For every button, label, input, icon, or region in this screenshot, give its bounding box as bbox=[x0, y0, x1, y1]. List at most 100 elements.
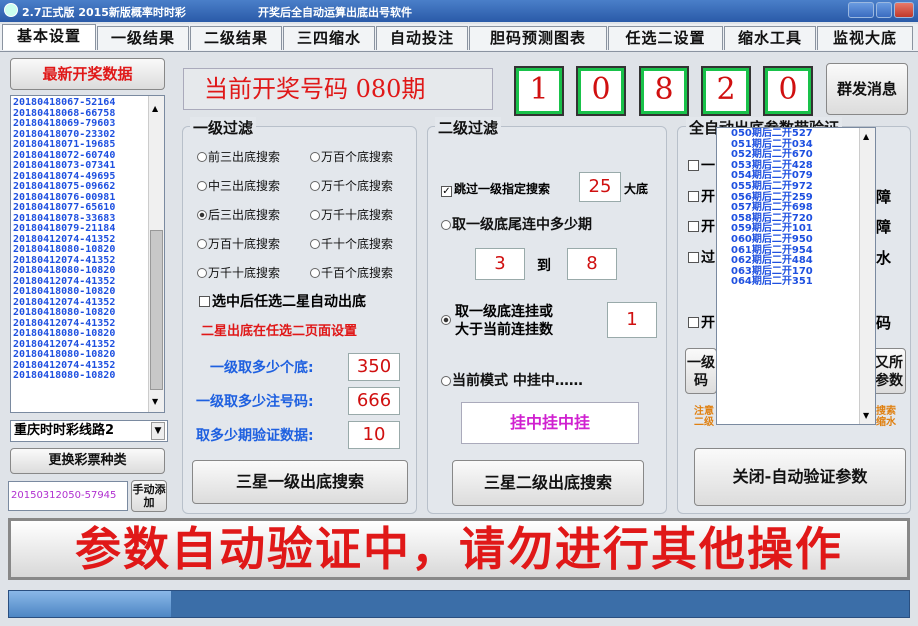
skip-count-input[interactable]: 25 bbox=[579, 172, 621, 202]
checkbox-icon bbox=[688, 221, 699, 232]
range-to-input[interactable]: 8 bbox=[567, 248, 617, 280]
hang-count-input[interactable]: 1 bbox=[607, 302, 657, 338]
verify-periods-input[interactable]: 10 bbox=[348, 421, 400, 449]
draw-list-item[interactable]: 20180418080-10820 bbox=[13, 370, 115, 382]
radio-tail-streak[interactable]: 取一级底尾连中多少期 bbox=[441, 214, 592, 234]
verify-right-text-1: 障 bbox=[876, 188, 892, 206]
tab-level2-results[interactable]: 二级结果 bbox=[190, 26, 282, 50]
draw-list-item[interactable]: 20180418080-10820 bbox=[13, 349, 115, 361]
current-draw-label: 当前开奖号码 080期 bbox=[183, 68, 493, 110]
radio-icon bbox=[310, 239, 320, 249]
mode-pattern-display[interactable]: 挂中挂中挂 bbox=[461, 402, 639, 444]
draw-list-item[interactable]: 20180418071-19685 bbox=[13, 139, 115, 151]
radio-current-mode[interactable]: 当前模式 中挂中…… bbox=[441, 370, 583, 390]
close-window-button[interactable] bbox=[894, 2, 914, 18]
chevron-down-icon[interactable]: ▼ bbox=[151, 422, 165, 440]
manual-add-button[interactable]: 手动添加 bbox=[131, 480, 167, 512]
level2-title: 二级过滤 bbox=[435, 117, 502, 138]
draw-list-item[interactable]: 20180418075-09662 bbox=[13, 181, 115, 193]
radio-wqg[interactable]: 万千个底搜索 bbox=[310, 177, 393, 194]
tab-monitor[interactable]: 监视大底 bbox=[817, 26, 913, 50]
verify-periods-label: 取多少期验证数据: bbox=[196, 428, 314, 444]
verify-period-list[interactable]: 050期后二开527 051期后二开034 052期后二开670 053期后二开428… bbox=[716, 127, 876, 425]
radio-icon bbox=[197, 239, 207, 249]
base-count-input[interactable]: 350 bbox=[348, 353, 400, 381]
draw-list-item[interactable]: 20180418080-10820 bbox=[13, 286, 115, 298]
period-list-scrollbar[interactable]: ▲ ▼ bbox=[859, 128, 875, 424]
radio-wbg[interactable]: 万百个底搜索 bbox=[310, 148, 393, 165]
maximize-button[interactable] bbox=[876, 2, 892, 18]
draw-list-item[interactable]: 20180418080-10820 bbox=[13, 265, 115, 277]
scroll-down-icon[interactable]: ▼ bbox=[152, 397, 158, 406]
range-to-label: 到 bbox=[537, 258, 551, 274]
bet-count-input[interactable]: 666 bbox=[348, 387, 400, 415]
tab-shrink-34[interactable]: 三四缩水 bbox=[283, 26, 375, 50]
line-select-value: 重庆时时彩线路2 bbox=[14, 423, 115, 438]
tab-shrink-tools[interactable]: 缩水工具 bbox=[724, 26, 816, 50]
radio-qbg[interactable]: 千百个底搜索 bbox=[310, 264, 393, 281]
draw-list-item[interactable]: 20180418077-65610 bbox=[13, 202, 115, 214]
verify-option-2[interactable]: 开 bbox=[688, 186, 715, 206]
scroll-up-icon[interactable]: ▲ bbox=[152, 104, 158, 113]
verify-option-4[interactable]: 过 bbox=[688, 247, 715, 267]
radio-selected-icon bbox=[197, 210, 207, 220]
radio-wbs[interactable]: 万百十底搜索 bbox=[197, 235, 280, 252]
auto-pick2-checkbox[interactable]: 选中后任选二星自动出底 bbox=[199, 291, 366, 311]
draw-list-item[interactable]: 20180418067-52164 bbox=[13, 97, 115, 109]
verify-right-button[interactable]: 又所参数 bbox=[872, 348, 906, 394]
tab-basic-settings[interactable]: 基本设置 bbox=[2, 24, 96, 50]
latest-draws-header[interactable]: 最新开奖数据 bbox=[10, 58, 165, 90]
verify-left-button[interactable]: 一级码 bbox=[685, 348, 717, 394]
draw-history-list[interactable]: 20180418067-52164 20180418068-66758 201804… bbox=[10, 95, 165, 413]
close-auto-verify-button[interactable]: 关闭-自动验证参数 bbox=[694, 448, 906, 506]
verify-right-text-2: 障 bbox=[876, 218, 892, 236]
level1-search-button[interactable]: 三星一级出底搜索 bbox=[192, 460, 408, 504]
group-message-button[interactable]: 群发消息 bbox=[826, 63, 908, 115]
tab-bar: 基本设置 一级结果 二级结果 三四缩水 自动投注 胆码预测图表 任选二设置 缩水… bbox=[0, 24, 918, 52]
period-list-item[interactable]: 064期后二开351 bbox=[731, 277, 813, 288]
period-list-item[interactable]: 055期后二开972 bbox=[731, 181, 813, 193]
scroll-thumb[interactable] bbox=[150, 230, 163, 390]
scroll-down-icon[interactable]: ▼ bbox=[863, 411, 869, 420]
period-list-item[interactable]: 050期后二开527 bbox=[731, 128, 813, 140]
period-list-item[interactable]: 060期后二开950 bbox=[731, 234, 813, 246]
tab-level1-results[interactable]: 一级结果 bbox=[97, 26, 189, 50]
scroll-up-icon[interactable]: ▲ bbox=[863, 132, 869, 141]
level2-search-button[interactable]: 三星二级出底搜索 bbox=[452, 460, 644, 506]
verify-option-3[interactable]: 开 bbox=[688, 216, 715, 236]
title-bar: 2.7正式版 2015新版概率时时彩 开奖后全自动运算出底出号软件 bbox=[0, 0, 918, 22]
checkbox-icon bbox=[199, 296, 210, 307]
radio-icon bbox=[310, 268, 320, 278]
draw-list-item[interactable]: 20180418080-10820 bbox=[13, 328, 115, 340]
minimize-button[interactable] bbox=[848, 2, 874, 18]
bet-count-label: 一级取多少注号码: bbox=[196, 394, 314, 410]
tab-auto-bet[interactable]: 自动投注 bbox=[376, 26, 468, 50]
draw-list-item[interactable]: 20180418073-07341 bbox=[13, 160, 115, 172]
draw-list-scrollbar[interactable]: ▲ ▼ bbox=[148, 96, 164, 412]
radio-icon bbox=[310, 181, 320, 191]
radio-mid3[interactable]: 中三出底搜索 bbox=[197, 177, 280, 194]
skip-level1-checkbox[interactable]: ✓ 跳过一级指定搜索 bbox=[441, 180, 550, 197]
range-from-input[interactable]: 3 bbox=[475, 248, 525, 280]
line-select[interactable]: 重庆时时彩线路2 ▼ bbox=[10, 420, 168, 442]
radio-icon bbox=[441, 376, 451, 386]
progress-fill bbox=[9, 591, 171, 617]
tab-pick2-settings[interactable]: 任选二设置 bbox=[608, 26, 723, 50]
radio-back3[interactable]: 后三出底搜索 bbox=[197, 206, 280, 223]
change-lottery-type-button[interactable]: 更换彩票种类 bbox=[10, 448, 165, 474]
draw-list-item[interactable]: 20180418069-79603 bbox=[13, 118, 115, 130]
manual-draw-input[interactable]: 20150312050-57945 bbox=[8, 481, 128, 511]
radio-front3[interactable]: 前三出底搜索 bbox=[197, 148, 280, 165]
verify-option-1[interactable]: 一 bbox=[688, 155, 715, 175]
radio-hang-streak[interactable]: 取一级底连挂或 大于当前连挂数 bbox=[441, 303, 553, 339]
radio-wqs[interactable]: 万千十底搜索 bbox=[310, 206, 393, 223]
draw-list-item[interactable]: 20180418080-10820 bbox=[13, 244, 115, 256]
radio-wqs-2[interactable]: 万千十底搜索 bbox=[197, 264, 280, 281]
radio-qsg[interactable]: 千十个底搜索 bbox=[310, 235, 393, 252]
tab-prediction-chart[interactable]: 胆码预测图表 bbox=[469, 26, 607, 50]
radio-icon bbox=[441, 220, 451, 230]
radio-icon bbox=[310, 210, 320, 220]
verify-option-5[interactable]: 开 bbox=[688, 312, 715, 332]
draw-list-item[interactable]: 20180418080-10820 bbox=[13, 307, 115, 319]
draw-list-item[interactable]: 20180418079-21184 bbox=[13, 223, 115, 235]
